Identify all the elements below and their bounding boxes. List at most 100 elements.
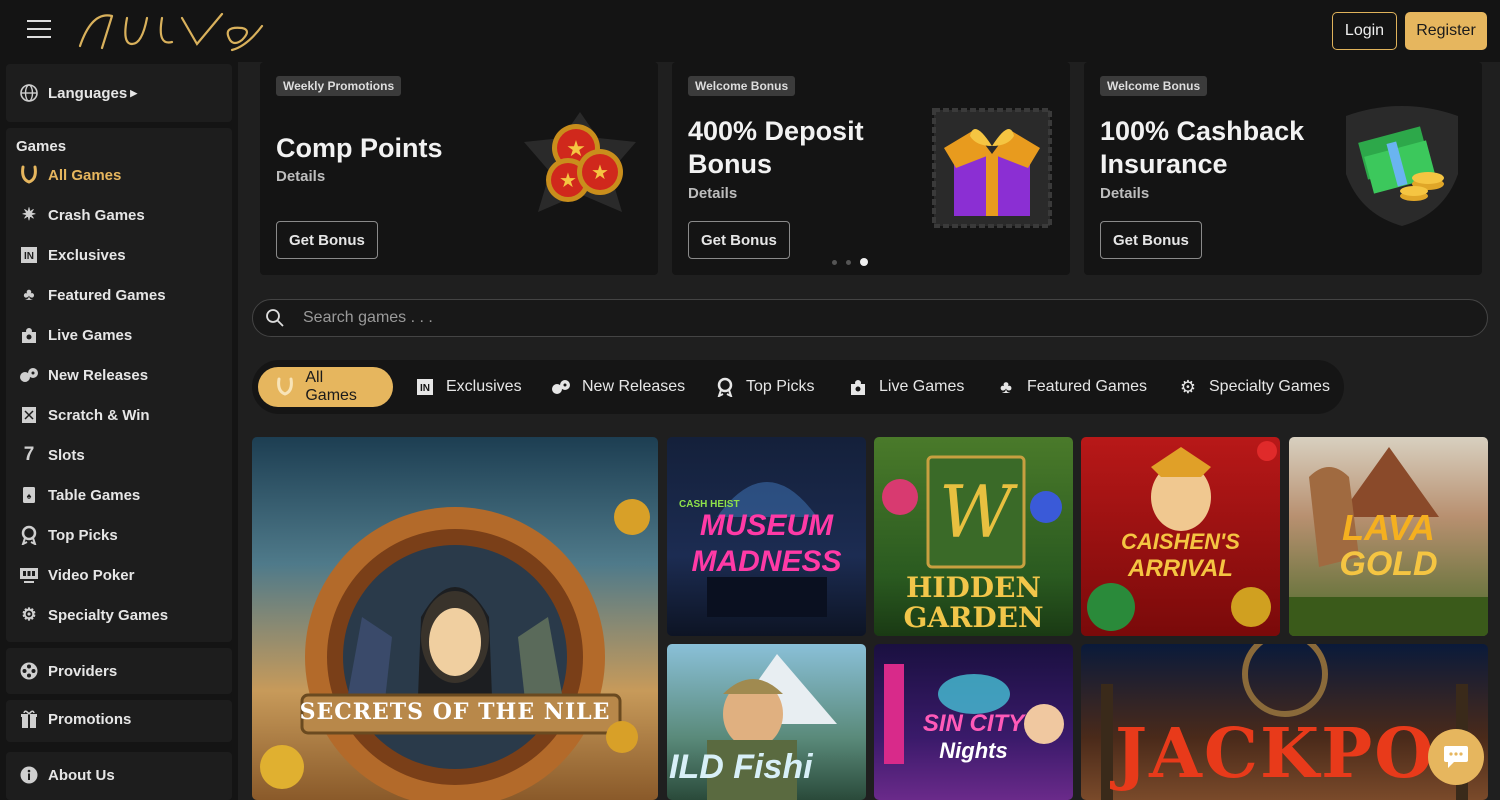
award-icon: [714, 376, 736, 398]
menu-icon[interactable]: [27, 20, 51, 40]
tab-featured-games[interactable]: ♣ Featured Games: [995, 367, 1147, 407]
sidebar-item-label: About Us: [48, 766, 115, 784]
game-tile-lava-gold[interactable]: LAVA GOLD: [1289, 437, 1488, 636]
game-tile-sin-city-nights[interactable]: SIN CITY Nights: [874, 644, 1073, 800]
carousel-dot[interactable]: [832, 259, 837, 265]
exclusive-badge-icon: IN: [18, 245, 40, 265]
sidebar-item-new-releases[interactable]: New Releases: [18, 363, 148, 387]
sidebar-item-video-poker[interactable]: Video Poker: [18, 563, 134, 587]
sidebar-item-all-games[interactable]: All Games: [18, 163, 121, 187]
login-button[interactable]: Login: [1332, 12, 1397, 50]
search-icon: [265, 308, 285, 328]
promo-details-link[interactable]: Details: [688, 185, 737, 202]
sidebar: Languages ▶ Games All Games ✷ Crash Game…: [0, 62, 238, 800]
game-artwork: [260, 499, 650, 800]
explosion-icon: ✷: [21, 205, 37, 224]
sidebar-item-label: Video Poker: [48, 566, 135, 584]
gear-icon: ⚙: [21, 605, 37, 624]
sidebar-item-table-games[interactable]: ♠ Table Games: [18, 483, 140, 507]
sidebar-item-scratch-win[interactable]: Scratch & Win: [18, 403, 150, 427]
promo-tag: Welcome Bonus: [1100, 76, 1208, 96]
sidebar-item-label: Top Picks: [48, 526, 118, 544]
tab-label: Top Picks: [746, 378, 815, 395]
game-title: ARRIVAL: [1128, 555, 1233, 582]
clover-icon: ♣: [1000, 376, 1012, 397]
sidebar-item-label: All Games: [48, 166, 122, 184]
get-bonus-button[interactable]: Get Bonus: [276, 221, 378, 259]
providers-block: Providers: [6, 648, 232, 694]
game-tile-museum-madness[interactable]: CASH HEIST MUSEUM MADNESS: [667, 437, 866, 636]
live-dealer-icon: [847, 376, 869, 398]
sidebar-item-about-us[interactable]: About Us: [18, 763, 115, 787]
promo-details-link[interactable]: Details: [276, 168, 325, 185]
svg-text:★: ★: [559, 168, 577, 192]
chat-bubble-icon: [1444, 746, 1468, 768]
carousel-dots: [832, 258, 868, 266]
game-title: ILD Fishi: [669, 748, 813, 786]
sidebar-item-crash-games[interactable]: ✷ Crash Games: [18, 203, 145, 227]
sidebar-item-label: Providers: [48, 662, 118, 680]
search-input[interactable]: [303, 309, 1203, 327]
sidebar-item-label: New Releases: [48, 366, 149, 384]
sidebar-item-promotions[interactable]: Promotions: [18, 707, 131, 731]
promo-details-link[interactable]: Details: [1100, 185, 1149, 202]
game-title: SECRETS OF THE NILE: [299, 699, 611, 725]
tab-label: Exclusives: [446, 378, 522, 395]
svg-text:IN: IN: [24, 251, 34, 262]
promo-card-deposit-bonus: Welcome Bonus 400% Deposit Bonus Details…: [672, 62, 1070, 275]
sidebar-item-label: Scratch & Win: [48, 406, 150, 424]
sidebar-item-top-picks[interactable]: Top Picks: [18, 523, 118, 547]
sidebar-item-label: Promotions: [48, 710, 132, 728]
tab-label: Specialty Games: [1209, 378, 1330, 395]
clover-icon: ♣: [23, 285, 35, 304]
sidebar-item-providers[interactable]: Providers: [18, 659, 117, 683]
tab-new-releases[interactable]: New Releases: [550, 367, 685, 407]
sidebar-item-slots[interactable]: 7 Slots: [18, 443, 85, 467]
get-bonus-button[interactable]: Get Bonus: [1100, 221, 1202, 259]
promo-tag: Weekly Promotions: [276, 76, 402, 96]
promo-card-comp-points: Weekly Promotions Comp Points Details Ge…: [260, 62, 658, 275]
sidebar-item-live-games[interactable]: Live Games: [18, 323, 132, 347]
tab-specialty-games[interactable]: ⚙ Specialty Games: [1177, 367, 1330, 407]
get-bonus-button[interactable]: Get Bonus: [688, 221, 790, 259]
gift-icon: [18, 709, 40, 729]
game-tile-caishens-arrival[interactable]: CAISHEN'S ARRIVAL: [1081, 437, 1280, 636]
game-tile-hidden-garden[interactable]: W HIDDEN GARDEN: [874, 437, 1073, 636]
video-poker-icon: [18, 565, 40, 585]
promo-tag: Welcome Bonus: [688, 76, 796, 96]
sidebar-item-specialty-games[interactable]: ⚙ Specialty Games: [18, 603, 168, 627]
award-icon: [18, 525, 40, 545]
tab-label: All Games: [305, 369, 357, 404]
game-title: CAISHEN'S: [1121, 529, 1240, 554]
carousel-dot[interactable]: [846, 259, 851, 265]
game-title: SIN CITY: [922, 710, 1025, 737]
sidebar-item-exclusives[interactable]: IN Exclusives: [18, 243, 126, 267]
promo-title: Comp Points: [276, 133, 443, 163]
languages-menu[interactable]: Languages ▶: [18, 81, 137, 105]
carousel-dot-active[interactable]: [860, 258, 868, 266]
game-title: MUSEUM: [699, 509, 834, 542]
scratch-card-icon: [18, 405, 40, 425]
svg-text:IN: IN: [420, 383, 430, 394]
game-tile-secrets-of-the-nile[interactable]: SECRETS OF THE NILE: [252, 437, 658, 800]
game-tile-wild-fishing[interactable]: ILD Fishi: [667, 644, 866, 800]
register-button[interactable]: Register: [1405, 12, 1487, 50]
tab-exclusives[interactable]: IN Exclusives: [414, 367, 522, 407]
category-tabs: All Games IN Exclusives New Releases Top…: [252, 360, 1344, 414]
gold-coins-image: ★ ★ ★: [518, 108, 642, 232]
game-tile-jackpot[interactable]: JACKPO: [1081, 644, 1488, 800]
sidebar-item-label: Table Games: [48, 486, 141, 504]
site-logo[interactable]: [72, 6, 272, 56]
about-block: About Us: [6, 752, 232, 800]
tab-label: Featured Games: [1027, 378, 1148, 395]
game-title: Nights: [939, 738, 1008, 763]
game-title: GARDEN: [903, 601, 1044, 634]
sidebar-item-featured-games[interactable]: ♣ Featured Games: [18, 283, 165, 307]
tab-all-games[interactable]: All Games: [258, 367, 393, 407]
chat-button[interactable]: [1428, 729, 1484, 785]
promo-card-cashback: Welcome Bonus 100% Cashback Insurance De…: [1084, 62, 1482, 275]
tab-live-games[interactable]: Live Games: [847, 367, 964, 407]
tab-top-picks[interactable]: Top Picks: [714, 367, 814, 407]
promo-title: 400% Deposit Bonus: [688, 116, 864, 179]
sidebar-item-label: Specialty Games: [48, 606, 169, 624]
